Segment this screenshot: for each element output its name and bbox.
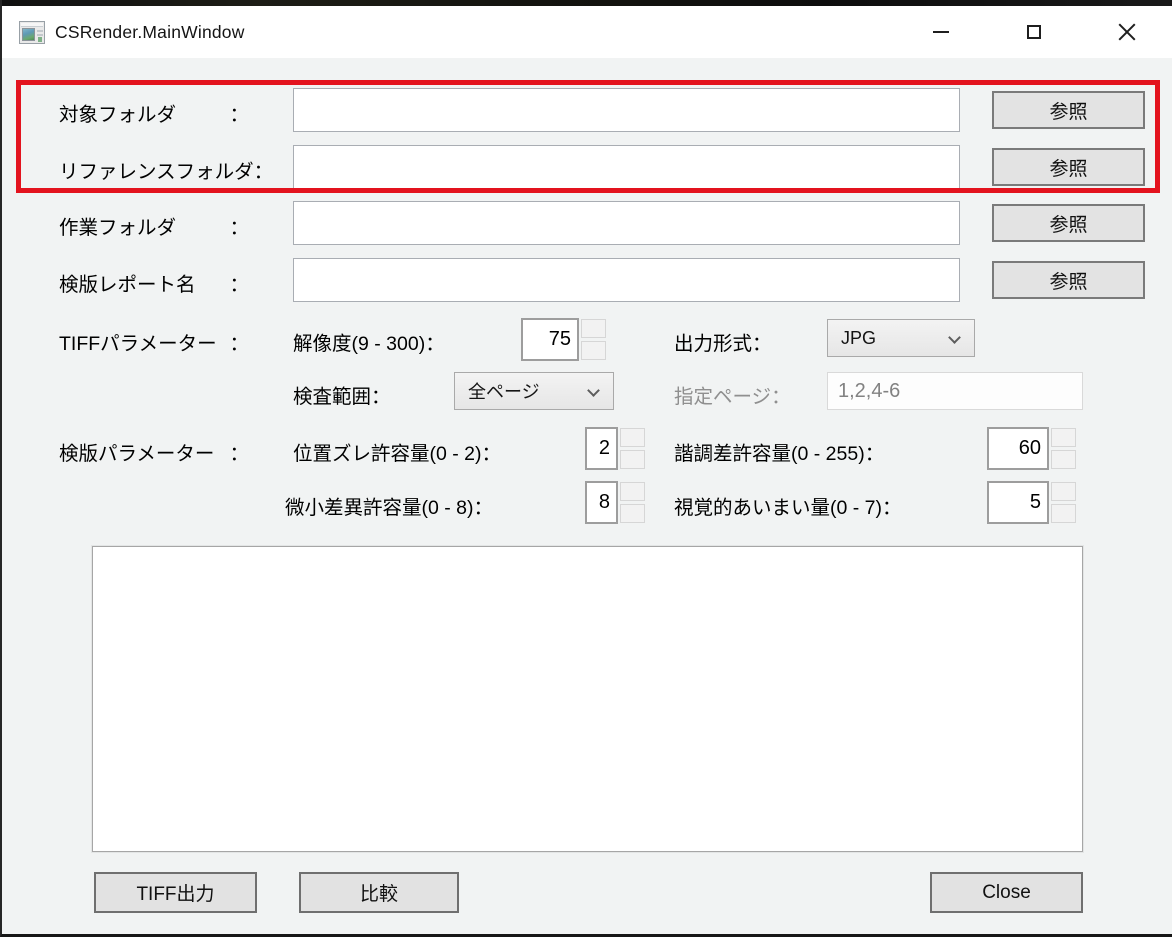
- scan-range-value: 全ページ: [468, 378, 540, 404]
- close-icon: [1117, 22, 1137, 42]
- minor-diff-input[interactable]: [585, 481, 618, 524]
- position-tolerance-spin-up-button[interactable]: [620, 428, 645, 447]
- reference-folder-label: リファレンスフォルダ：: [59, 155, 249, 184]
- window-title: CSRender.MainWindow: [55, 22, 245, 43]
- output-format-value: JPG: [841, 328, 876, 349]
- tone-tolerance-label: 諧調差許容量(0 - 255)：: [674, 437, 884, 466]
- resolution-spinner: [521, 318, 606, 361]
- target-folder-input[interactable]: [293, 88, 960, 132]
- position-tolerance-spin-down-button[interactable]: [620, 450, 645, 469]
- tone-tolerance-spin-up-button[interactable]: [1051, 428, 1076, 447]
- minimize-icon: [933, 31, 949, 33]
- position-tolerance-spinner: [585, 427, 645, 470]
- reference-folder-browse-button[interactable]: 参照: [992, 148, 1145, 186]
- position-tolerance-input[interactable]: [585, 427, 618, 470]
- check-params-section-label: 検版パラメーター：: [59, 437, 249, 466]
- page-spec-input: [827, 372, 1083, 410]
- reference-folder-input[interactable]: [293, 145, 960, 189]
- report-name-browse-button[interactable]: 参照: [992, 261, 1145, 299]
- resolution-spin-up-button[interactable]: [581, 319, 606, 338]
- scan-range-dropdown[interactable]: 全ページ: [454, 372, 614, 410]
- output-format-label: 出力形式：: [674, 327, 772, 356]
- work-folder-browse-button[interactable]: 参照: [992, 204, 1145, 242]
- tone-tolerance-input[interactable]: [987, 427, 1049, 470]
- chevron-down-icon: [948, 331, 961, 344]
- chevron-down-icon: [587, 384, 600, 397]
- position-tolerance-label: 位置ズレ許容量(0 - 2)：: [293, 437, 501, 466]
- resolution-label: 解像度(9 - 300)：: [293, 327, 445, 356]
- report-name-input[interactable]: [293, 258, 960, 302]
- tiff-output-button[interactable]: TIFF出力: [94, 872, 257, 913]
- log-output-area[interactable]: [92, 546, 1083, 852]
- minor-diff-spin-up-button[interactable]: [620, 482, 645, 501]
- visual-ambiguity-spinner: [987, 481, 1076, 524]
- resolution-spin-down-button[interactable]: [581, 341, 606, 360]
- visual-ambiguity-label: 視覚的あいまい量(0 - 7)：: [674, 491, 902, 520]
- maximize-button[interactable]: [1010, 6, 1057, 58]
- minor-diff-spin-down-button[interactable]: [620, 504, 645, 523]
- tone-tolerance-spinner: [987, 427, 1076, 470]
- page-spec-label: 指定ページ：: [674, 380, 791, 409]
- visual-ambiguity-input[interactable]: [987, 481, 1049, 524]
- minor-diff-spinner: [585, 481, 645, 524]
- close-window-button[interactable]: [1103, 6, 1150, 58]
- close-button[interactable]: Close: [930, 872, 1083, 913]
- main-window: CSRender.MainWindow 対象フォルダ： 参照 リファレンスフォル…: [0, 0, 1172, 937]
- tone-tolerance-spin-down-button[interactable]: [1051, 450, 1076, 469]
- app-window-icon: [19, 21, 45, 44]
- report-name-label: 検版レポート名：: [59, 268, 249, 297]
- output-format-dropdown[interactable]: JPG: [827, 319, 975, 357]
- minimize-button[interactable]: [917, 6, 964, 58]
- work-folder-label: 作業フォルダ：: [59, 211, 249, 240]
- compare-button[interactable]: 比較: [299, 872, 459, 913]
- target-folder-browse-button[interactable]: 参照: [992, 91, 1145, 129]
- title-bar[interactable]: CSRender.MainWindow: [2, 6, 1172, 58]
- scan-range-label: 検査範囲：: [293, 380, 391, 409]
- target-folder-label: 対象フォルダ：: [59, 98, 249, 127]
- visual-ambiguity-spin-down-button[interactable]: [1051, 504, 1076, 523]
- tiff-params-section-label: TIFFパラメーター：: [59, 327, 249, 356]
- visual-ambiguity-spin-up-button[interactable]: [1051, 482, 1076, 501]
- maximize-icon: [1027, 25, 1041, 39]
- resolution-input[interactable]: [521, 318, 579, 361]
- minor-diff-label: 微小差異許容量(0 - 8)：: [285, 491, 493, 520]
- work-folder-input[interactable]: [293, 201, 960, 245]
